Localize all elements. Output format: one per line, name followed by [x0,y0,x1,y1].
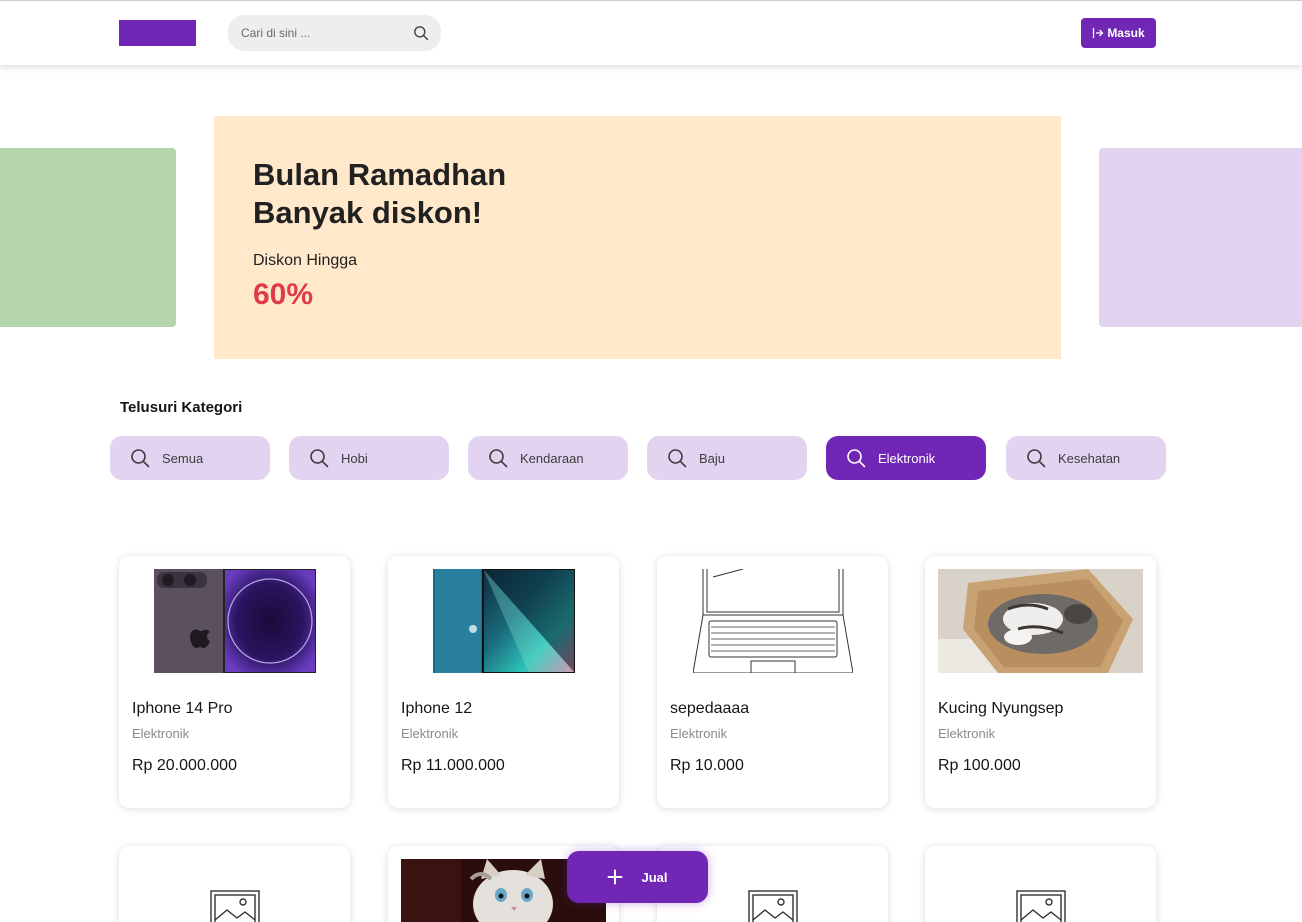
carousel-next-slide[interactable] [1099,148,1302,327]
category-label: Elektronik [878,450,936,466]
sell-button[interactable]: Jual [567,851,708,903]
category-elektronik[interactable]: Elektronik [826,436,986,480]
category-kendaraan[interactable]: Kendaraan [468,436,628,480]
sell-label: Jual [641,869,668,885]
banner-subtitle: Diskon Hingga [253,252,358,269]
cat-in-box-image [938,569,1143,673]
category-baju[interactable]: Baju [647,436,807,480]
search-bar[interactable] [228,15,441,51]
category-label: Baju [699,450,726,466]
search-icon [131,449,150,468]
product-price: Rp 11.000.000 [401,757,505,774]
search-icon [489,449,508,468]
product-card[interactable]: sepedaaaa Elektronik Rp 10.000 [657,556,888,808]
category-label: Semua [162,450,204,466]
product-category: Elektronik [132,726,190,741]
plus-icon [607,869,623,885]
phone-purple-image [153,569,316,673]
product-card[interactable]: Kucing Nyungsep Elektronik Rp 100.000 [925,556,1156,808]
product-category: Elektronik [938,726,996,741]
product-image [938,569,1143,673]
product-name: Iphone 14 Pro [132,700,233,717]
banner-discount: 60% [253,278,314,311]
product-card[interactable]: Iphone 12 Elektronik Rp 11.000.000 [388,556,619,808]
product-name: sepedaaaa [670,700,750,717]
image-placeholder-icon [210,890,260,922]
product-name: Iphone 12 [401,700,473,717]
product-card[interactable]: Iphone 14 Pro Elektronik Rp 20.000.000 [119,556,350,808]
product-category: Elektronik [401,726,459,741]
category-section-title: Telusuri Kategori [120,399,243,416]
category-label: Hobi [341,450,368,466]
laptop-sketch-image [692,569,853,673]
product-name: Kucing Nyungsep [938,700,1064,717]
category-label: Kesehatan [1058,450,1121,466]
category-label: Kendaraan [520,450,584,466]
login-label: Masuk [1107,26,1145,40]
category-hobi[interactable]: Hobi [289,436,449,480]
product-price: Rp 100.000 [938,757,1021,774]
product-price: Rp 10.000 [670,757,744,774]
product-image [401,569,606,673]
login-icon [1093,28,1104,38]
image-placeholder-icon [748,890,798,922]
product-image [132,569,337,673]
search-icon [310,449,329,468]
logo[interactable] [119,20,196,46]
image-placeholder-icon [1016,890,1066,922]
category-kesehatan[interactable]: Kesehatan [1006,436,1166,480]
phone-blue-image [432,569,575,673]
product-card[interactable] [925,846,1156,922]
search-icon [1027,449,1046,468]
search-icon[interactable] [413,25,429,41]
promo-banner[interactable]: Bulan Ramadhan Banyak diskon! Diskon Hin… [214,116,1061,359]
product-price: Rp 20.000.000 [132,757,237,774]
search-icon [847,449,866,468]
product-category: Elektronik [670,726,728,741]
search-input[interactable] [241,15,411,51]
product-image [670,569,875,673]
carousel-prev-slide[interactable] [0,148,176,327]
search-icon [668,449,687,468]
banner-title: Bulan Ramadhan Banyak diskon! [253,157,507,230]
header: Masuk [0,1,1302,65]
product-card[interactable] [119,846,350,922]
category-semua[interactable]: Semua [110,436,270,480]
login-button[interactable]: Masuk [1081,18,1156,48]
